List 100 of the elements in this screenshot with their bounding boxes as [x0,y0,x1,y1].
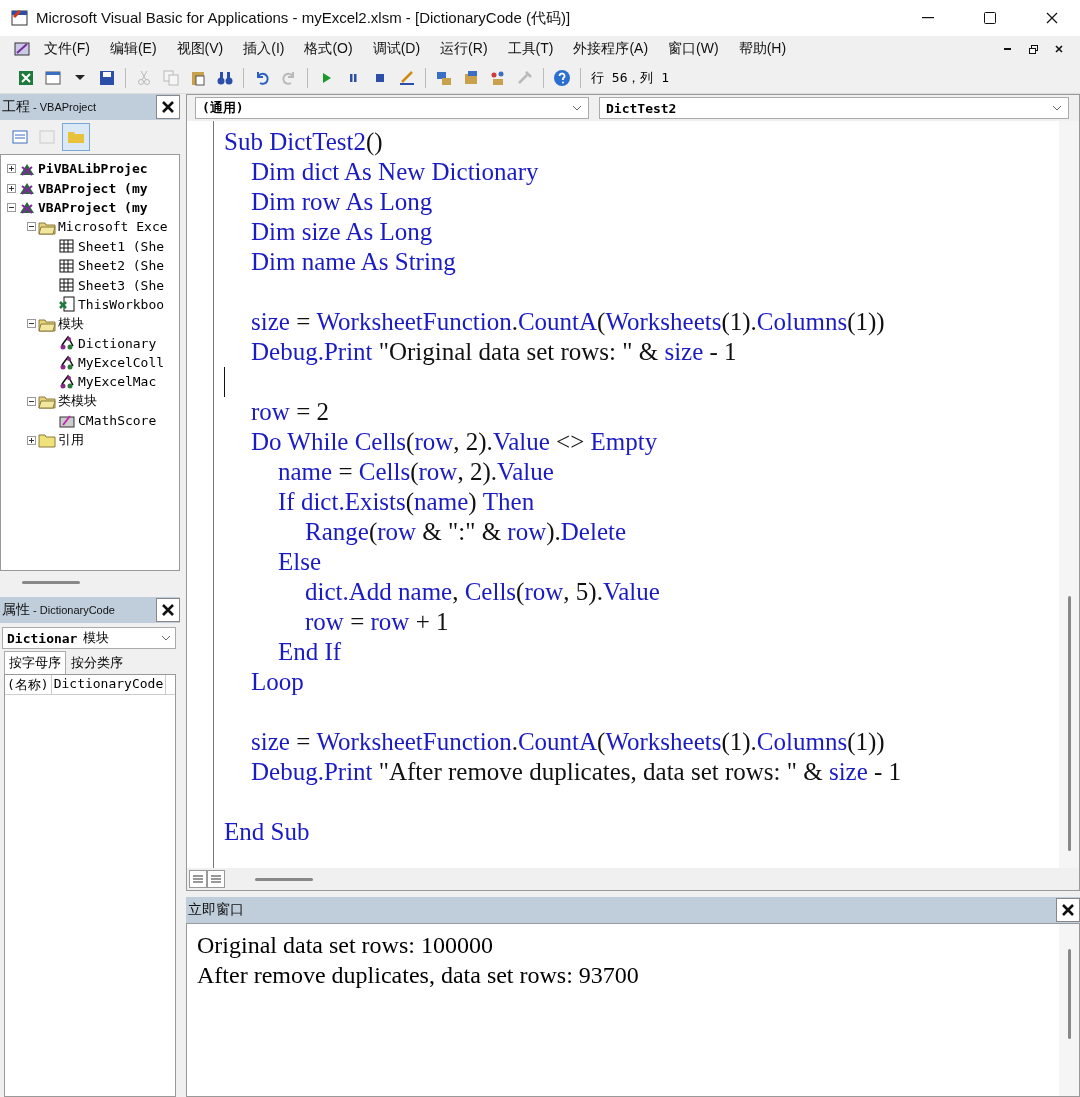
tree-item[interactable]: 模块 [58,314,84,333]
window-title: Microsoft Visual Basic for Applications - myExcel2.xlsm - [DictionaryCode (代码)] [36,8,572,28]
lines-icon [192,874,204,884]
toggle-folders-button[interactable] [62,123,90,151]
tree-item[interactable]: MyExcelColl [78,355,165,371]
vba-app-icon [10,8,30,28]
property-value[interactable]: DictionaryCode [51,675,167,694]
code-line: Dim row As Long [250,187,434,217]
close-icon [1055,45,1063,53]
menu-item[interactable]: 格式(O) [296,38,361,60]
workbook-icon [58,296,76,313]
tree-item[interactable]: VBAProject (my [38,180,148,196]
close-button[interactable] [156,95,180,119]
close-icon [1061,903,1075,917]
tab[interactable]: 按字母序 [4,651,66,674]
close-icon [161,603,175,617]
help-icon [553,68,571,87]
code-line: Loop [250,667,305,697]
scissors-icon [135,68,153,87]
module-icon [58,354,76,371]
menu-item[interactable]: 外接程序(A) [565,38,657,60]
menu-item[interactable]: 工具(T) [499,38,562,60]
code-line: Debug.Print "After remove duplicates, data set rows: " & size - 1 [250,757,903,787]
property-name: (名称) [5,675,52,694]
expand-toggle[interactable] [7,183,16,193]
vba-app-icon[interactable] [12,39,32,59]
minimize-icon [1003,48,1011,50]
menu-item[interactable]: 运行(R) [432,38,496,60]
tree-item[interactable]: Dictionary [78,335,157,351]
code-line: row = row + 1 [304,607,450,637]
output-line: After remove duplicates, data set rows: 93700 [197,961,640,990]
menu-item[interactable]: 窗口(W) [660,38,727,60]
object-combo[interactable]: Dictionar 模块 [2,627,176,649]
tree-item[interactable]: VBAProject (my [38,199,148,215]
collapse-toggle[interactable] [27,396,36,406]
minimize-icon [922,17,934,19]
module-icon [58,335,76,352]
close-button[interactable] [1056,898,1080,922]
code-line: Else [277,547,323,577]
expand-toggle[interactable] [7,164,16,174]
module-icon [58,374,76,390]
code-line: Sub DictTest2() [224,127,384,157]
folder-icon [68,131,84,143]
code-line: Dim dict As New Dictionary [250,157,540,187]
expand-toggle[interactable] [27,435,36,445]
menu-item[interactable]: 编辑(E) [101,38,165,60]
procedure-view-button[interactable] [189,870,207,888]
design-mode-icon [398,68,416,87]
caret-icon [75,75,85,80]
folder-icon [38,432,56,449]
menu-item[interactable]: 插入(I) [235,38,293,60]
properties-icon [462,68,480,87]
close-icon [1046,12,1058,24]
cursor-position: 行 56，列 1 [591,68,670,87]
chevron-down-icon [161,635,171,641]
code-line: Range(row & ":" & row).Delete [304,517,628,547]
code-line: Dim name As String [250,247,457,277]
tree-item[interactable]: Sheet2 (She [78,258,165,274]
code-line: End If [277,637,343,667]
code-line: size = WorksheetFunction.CountA(Worksheets(1).Columns(1)) [250,727,886,757]
collapse-toggle[interactable] [7,202,16,212]
tree-item[interactable]: ThisWorkboo [78,296,165,312]
object-combo[interactable]: (通用) [195,97,589,119]
sheet-icon [58,238,76,255]
tree-item[interactable]: Microsoft Exce [58,219,168,235]
tree-item[interactable]: 引用 [58,431,84,450]
tree-item[interactable]: CMathScore [78,413,157,429]
tree-item[interactable]: Sheet1 (She [78,238,165,254]
menu-item[interactable]: 文件(F) [36,38,98,60]
sheet-icon [58,277,76,294]
code-line: Debug.Print "Original data set rows: " & size - 1 [250,337,738,367]
collapse-toggle[interactable] [27,319,36,329]
pane-title: 属性 - DictionaryCode [2,601,115,619]
tab[interactable]: 按分类序 [66,651,128,674]
close-button[interactable] [156,598,180,622]
full-module-view-button[interactable] [207,870,225,888]
collapse-toggle[interactable] [27,222,36,232]
chevron-down-icon [1052,105,1062,111]
object-view-icon [39,130,55,144]
code-line: Dim size As Long [250,217,434,247]
lines-icon [210,874,222,884]
close-icon [161,100,175,114]
output-line: Original data set rows: 100000 [197,931,494,960]
menu-item[interactable]: 调试(D) [364,38,429,60]
pane-title: 工程 - VBAProject [2,98,97,116]
chevron-down-icon [572,105,582,111]
plus-icon [8,184,15,192]
menu-item[interactable]: 帮助(H) [730,38,795,60]
procedure-combo[interactable]: DictTest2 [599,97,1069,119]
tree-item[interactable]: 类模块 [58,392,97,411]
code-line: Do While Cells(row, 2).Value <> Empty [250,427,659,457]
tree-item[interactable]: MyExcelMac [78,374,157,390]
tree-item[interactable]: PiVBALibProjec [38,161,148,177]
code-line: row = 2 [250,397,330,427]
tree-item[interactable]: Sheet3 (She [78,277,165,293]
code-line: size = WorksheetFunction.CountA(Worksheets(1).Columns(1)) [250,307,886,337]
maximize-icon [984,12,996,24]
menu-item[interactable]: 视图(V) [168,38,232,60]
save-icon [98,68,116,87]
code-line: If dict.Exists(name) Then [277,487,536,517]
